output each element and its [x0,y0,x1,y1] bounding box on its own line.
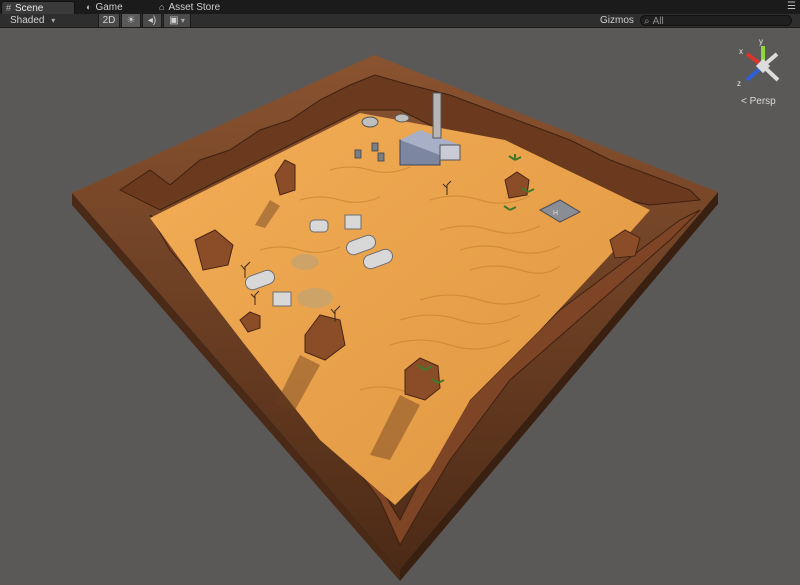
scene-render: H [72,55,718,581]
search-placeholder: All [652,16,664,27]
gizmo-x-label: x [739,47,743,56]
projection-icon: < [741,96,747,107]
bag-icon: ⌂ [159,2,165,12]
scene-grid-icon: # [6,2,12,13]
tab-game[interactable]: ◐ Game [82,1,129,14]
tab-asset-store[interactable]: ⌂ Asset Store [155,1,226,14]
speaker-icon: ◂) [147,15,157,26]
tab-scene-label: Scene [15,2,44,14]
toggle-2d-button[interactable]: 2D [98,14,120,27]
image-icon: ▣ [169,15,179,26]
scene-toolbar: Shaded 2D ☀ ◂) ▣ ▾ Gizmos ⌕All [0,14,800,28]
scene-viewport[interactable]: H y x z < Persp [0,28,800,585]
effects-dropdown[interactable]: ▣ ▾ [163,14,191,27]
tab-game-label: Game [95,2,123,13]
toggle-2d-label: 2D [102,15,116,26]
svg-text:H: H [553,210,558,217]
projection-toggle[interactable]: < Persp [741,96,776,107]
render-mode-label: Shaded [10,15,45,26]
pacman-icon: ◐ [86,2,92,12]
gizmo-z-label: z [737,79,741,88]
gizmo-y-label: y [759,37,763,46]
tab-asset-store-label: Asset Store [168,2,221,13]
search-icon: ⌕ [644,16,650,27]
search-input[interactable]: ⌕ All [640,15,792,27]
editor-tab-bar: # Scene ◐ Game ⌂ Asset Store ☰ [0,0,800,15]
orientation-gizmo[interactable]: y x z [733,36,797,102]
lighting-toggle[interactable]: ☀ [121,14,141,27]
gizmos-label: Gizmos [600,15,634,26]
audio-toggle[interactable]: ◂) [142,14,162,27]
sun-icon: ☀ [126,15,136,26]
projection-label: Persp [749,96,776,107]
render-mode-dropdown[interactable]: Shaded [4,14,96,27]
panel-menu-icon[interactable]: ☰ [787,1,796,12]
tab-scene[interactable]: # Scene [1,1,75,14]
